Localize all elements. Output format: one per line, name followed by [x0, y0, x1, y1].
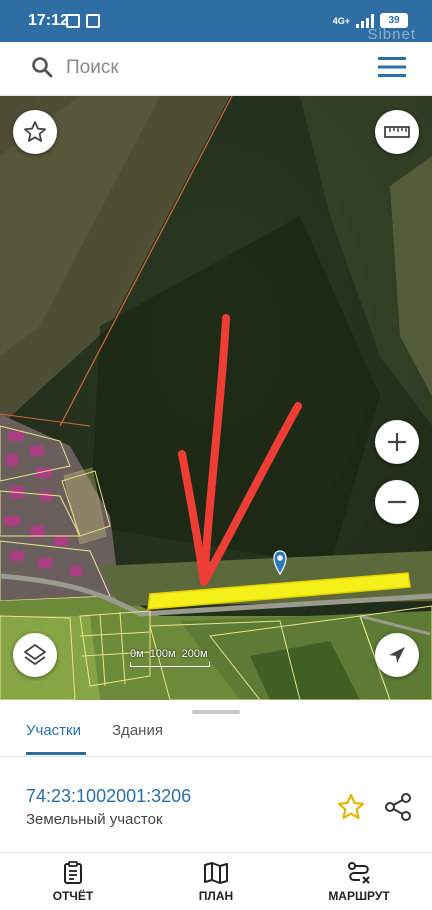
- ruler-icon: [384, 126, 410, 138]
- star-icon[interactable]: [336, 792, 366, 822]
- parcel-type: Земельный участок: [26, 811, 163, 828]
- navigation-arrow-icon: [389, 647, 405, 663]
- map-icon: [204, 862, 228, 884]
- upload-notification-icon: [86, 14, 100, 28]
- favorites-button[interactable]: [13, 110, 57, 154]
- notification-icons: [66, 14, 100, 28]
- hamburger-menu-icon[interactable]: [378, 56, 406, 78]
- info-sheet: Участки Здания 74:23:1002001:3206 Земель…: [0, 700, 432, 852]
- map-scale: 0м 100м 200м: [130, 648, 210, 667]
- nav-plan-label: ПЛАН: [198, 889, 234, 903]
- status-time: 17:12: [28, 12, 69, 29]
- scale-label-100: 100м: [149, 648, 176, 660]
- zoom-in-button[interactable]: [375, 420, 419, 464]
- tabs-divider: [0, 756, 432, 757]
- network-type: 4G+: [332, 15, 350, 26]
- satellite-map[interactable]: 0м 100м 200м: [0, 96, 432, 700]
- cadastral-number[interactable]: 74:23:1002001:3206: [26, 786, 191, 807]
- minus-icon: [388, 500, 406, 504]
- settings-notification-icon: [66, 14, 80, 28]
- share-icon[interactable]: [384, 792, 412, 822]
- map-imagery: [0, 96, 432, 700]
- my-location-button[interactable]: [375, 633, 419, 677]
- status-bar: 17:12 4G+ 39 Sibnet: [0, 0, 432, 43]
- scale-label-200: 200м: [181, 648, 208, 660]
- zoom-out-button[interactable]: [375, 480, 419, 524]
- scale-label-0: 0м: [130, 648, 144, 660]
- tab-buildings[interactable]: Здания: [112, 720, 163, 758]
- clipboard-icon: [64, 861, 82, 884]
- star-outline-icon: [24, 121, 46, 142]
- bottom-navigation: ОТЧЁТ ПЛАН МАРШРУТ: [0, 852, 432, 910]
- nav-report[interactable]: ОТЧЁТ: [28, 861, 118, 903]
- watermark: Sibnet: [367, 26, 416, 43]
- app-screen: 17:12 4G+ 39 Sibnet Поиск 0м 100м 200м У…: [0, 0, 432, 910]
- route-icon: [348, 862, 370, 884]
- nav-route-label: МАРШРУТ: [328, 889, 390, 903]
- nav-plan[interactable]: ПЛАН: [171, 861, 261, 903]
- ruler-button[interactable]: [375, 110, 419, 154]
- drag-handle[interactable]: [192, 710, 240, 714]
- search-bar: [0, 42, 432, 96]
- search-input[interactable]: [66, 52, 346, 84]
- scale-line: [130, 662, 210, 667]
- layers-icon: [24, 644, 46, 665]
- layers-button[interactable]: [13, 633, 57, 677]
- active-tab-indicator: [26, 752, 86, 755]
- nav-route[interactable]: МАРШРУТ: [314, 861, 404, 903]
- nav-report-label: ОТЧЁТ: [52, 889, 94, 903]
- search-icon[interactable]: [30, 55, 54, 79]
- battery-level: 39: [388, 15, 400, 26]
- plus-icon: [388, 433, 406, 451]
